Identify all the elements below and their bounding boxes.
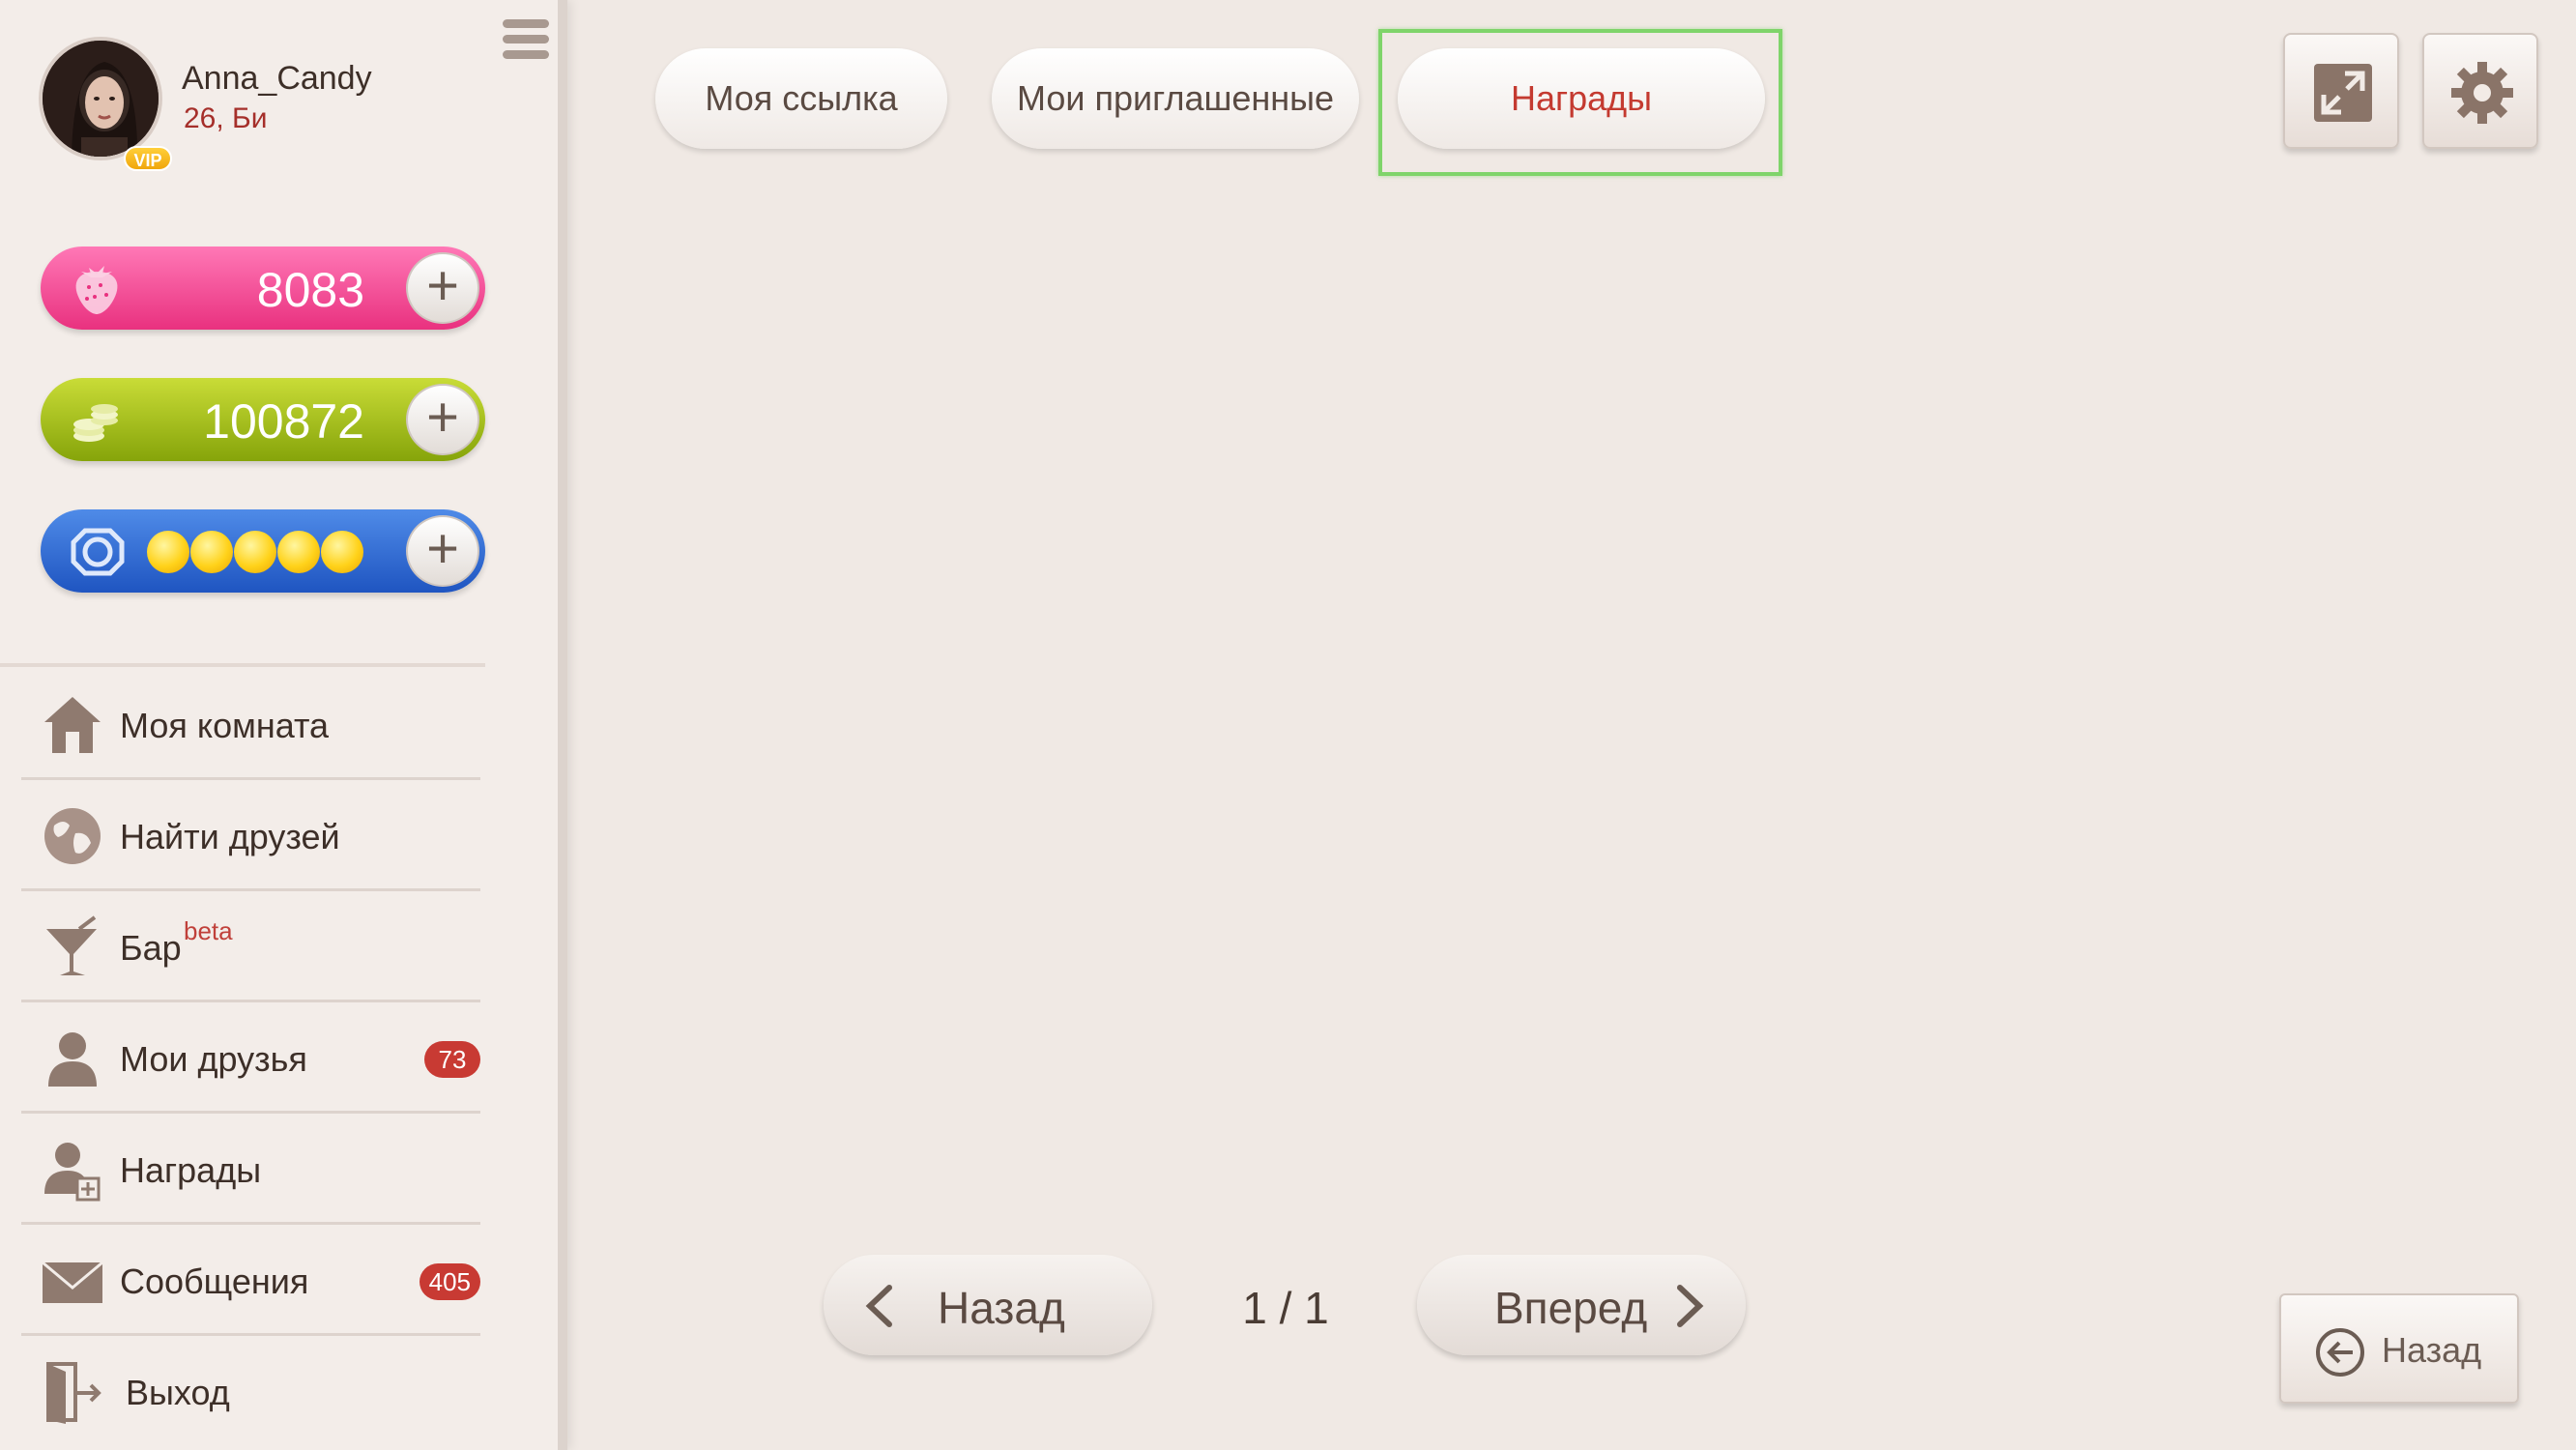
fullscreen-button[interactable] [2283,33,2399,149]
fullscreen-icon [2314,64,2372,122]
energy-star [277,531,320,573]
chevron-left-icon [865,1285,892,1327]
back-arrow-icon [2316,1328,2364,1377]
user-profile[interactable]: VIP Anna_Candy 26, Би [39,37,541,182]
username: Anna_Candy [182,60,372,97]
sidebar-item-label: Награды [120,1150,262,1190]
back-button-label: Назад [2382,1330,2482,1370]
pager-next-button[interactable]: Вперед [1417,1255,1746,1355]
sidebar-item-label: Моя комната [120,706,330,745]
currency-strawberries: 8083 + [41,246,485,330]
tab-my-invited[interactable]: Мои приглашенные [992,48,1359,149]
cocktail-icon [46,915,97,975]
pager-next-label: Вперед [1494,1283,1648,1333]
token-icon [71,528,125,576]
currency-energy: + [41,509,485,593]
messages-count-badge: 405 [419,1263,480,1300]
sidebar-item-bar[interactable]: Бар beta [21,891,480,1002]
sidebar-item-label: Найти друзей [120,817,340,856]
house-icon [44,697,101,753]
add-energy-button[interactable]: + [406,515,479,587]
sidebar-item-exit[interactable]: Выход [21,1336,480,1447]
strawberry-icon [75,266,118,314]
tab-my-link[interactable]: Моя ссылка [655,48,947,149]
avatar[interactable] [39,37,162,160]
sidebar-item-find-friends[interactable]: Найти друзей [21,780,480,891]
page-indicator: 1 / 1 [1242,1283,1329,1333]
coins-icon [73,404,118,442]
sidebar-divider [0,663,485,667]
beta-tag: beta [184,916,233,945]
person-award-icon [44,1143,101,1202]
strawberries-count: 8083 [256,263,364,317]
sidebar-item-my-room[interactable]: Моя комната [21,669,480,780]
pager-prev-label: Назад [938,1283,1065,1333]
sidebar-nav: Моя комната Найти друзей Бар beta Мои др… [21,669,480,1447]
energy-star [234,531,276,573]
tab-rewards[interactable]: Награды [1398,48,1765,149]
add-strawberries-button[interactable]: + [406,252,479,324]
coins-count: 100872 [203,394,364,449]
energy-star [190,531,233,573]
user-age-status: 26, Би [184,102,268,134]
pager-prev-button[interactable]: Назад [824,1255,1152,1355]
sidebar-item-messages[interactable]: Сообщения 405 [21,1225,480,1336]
energy-star [147,531,189,573]
vip-badge: VIP [124,146,172,171]
gear-icon [2451,62,2513,124]
exit-door-icon [46,1362,101,1424]
friends-count-badge: 73 [424,1041,480,1078]
sidebar-item-label: Мои друзья [120,1039,307,1079]
hamburger-menu-icon[interactable] [503,19,549,70]
energy-level [147,531,364,573]
sidebar-item-rewards[interactable]: Награды [21,1114,480,1225]
envelope-icon [42,1261,103,1303]
sidebar-item-label: Бар [120,928,182,968]
settings-button[interactable] [2422,33,2538,149]
currency-coins: 100872 + [41,378,485,461]
globe-icon [44,808,101,864]
person-icon [48,1032,97,1087]
sidebar: VIP Anna_Candy 26, Би 8083 + 100872 + + … [0,0,567,1450]
energy-star [321,531,363,573]
sidebar-item-my-friends[interactable]: Мои друзья 73 [21,1002,480,1114]
sidebar-item-label: Выход [126,1373,230,1412]
add-coins-button[interactable]: + [406,384,479,455]
back-button[interactable]: Назад [2279,1293,2519,1404]
sidebar-item-label: Сообщения [120,1262,309,1301]
chevron-right-icon [1677,1285,1704,1327]
